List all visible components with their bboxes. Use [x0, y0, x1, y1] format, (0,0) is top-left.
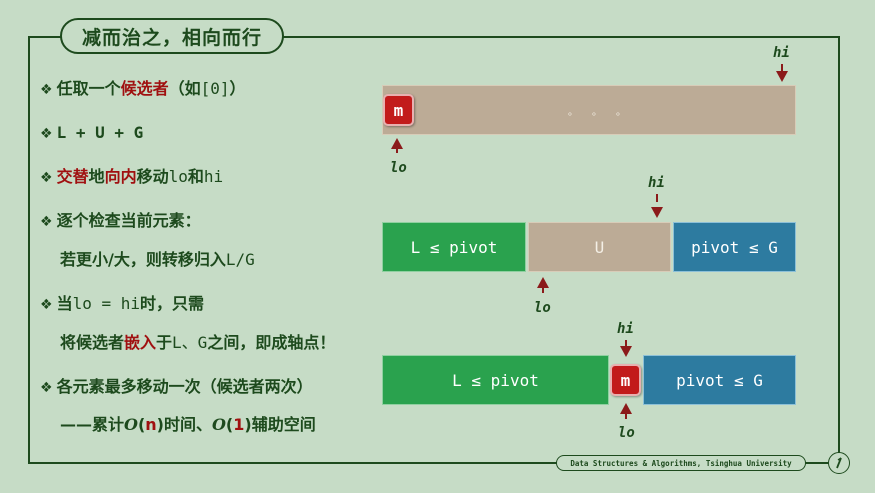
bullet-3-text-2: 移动 [136, 167, 169, 186]
bullet-3-and: 和 [187, 167, 204, 186]
frame-top-left [28, 36, 62, 38]
row2-hi-label: hi [648, 175, 665, 191]
bullet-4-sub-text: 若更小/大，则转移归入 [60, 250, 226, 269]
row1-hi-label: hi [773, 45, 790, 61]
row3-G-region: pivot ≤ G [643, 355, 796, 405]
frame-top-right [282, 36, 840, 38]
bullet-4-sub: 若更小/大，则转移归入L/G [60, 250, 255, 270]
bullet-5-sub-highlight: 嵌入 [124, 333, 157, 352]
bullet-3: ❖ 交替地向内移动lo和hi [40, 167, 223, 188]
bullet-6-sub-pre: ——累计 [60, 415, 125, 434]
diamond-bullet-icon: ❖ [40, 214, 53, 230]
bullet-1: ❖ 任取一个候选者（如[0]） [40, 79, 246, 100]
row2-lo-label: lo [534, 300, 551, 316]
row1-candidate-m: m [383, 94, 414, 126]
bullet-2: ❖ L + U + G [40, 123, 143, 144]
frame-left [28, 36, 30, 464]
bullet-5-text-post: 时，只需 [140, 294, 205, 313]
row3-pivot-m: m [610, 364, 641, 396]
row2-L-region: L ≤ pivot [382, 222, 526, 272]
frame-bottom [28, 462, 558, 464]
bullet-1-highlight: 候选者 [120, 79, 169, 98]
bullet-6-sub: ——累计O(n)时间、O(1)辅助空间 [60, 415, 316, 435]
footer-course-label: Data Structures & Algorithms, Tsinghua U… [556, 455, 806, 471]
row2-G-region: pivot ≤ G [673, 222, 796, 272]
diamond-bullet-icon: ❖ [40, 170, 53, 186]
row1-hi-stem [781, 64, 783, 72]
bullet-4: ❖ 逐个检查当前元素： [40, 211, 201, 232]
page-number-icon [828, 452, 850, 474]
row1-lo-stem [396, 148, 398, 153]
bullet-5-text-pre: 当 [56, 294, 73, 313]
frame-right [838, 36, 840, 454]
big-o-2: O [211, 415, 226, 434]
row3-lo-label: lo [618, 425, 635, 441]
diamond-bullet-icon: ❖ [40, 82, 53, 98]
paren-close-1: ) [156, 415, 164, 434]
row3-hi-label: hi [617, 321, 634, 337]
bullet-6-text: 各元素最多移动一次（候选者两次） [56, 377, 313, 396]
row3-lo-stem [625, 413, 627, 419]
row1-unknown-region: 。 。 。 [382, 85, 796, 135]
bullet-5-sub: 将候选者嵌入于L、G之间，即成轴点！ [60, 333, 335, 353]
bullet-3-lo: lo [168, 167, 188, 186]
bullet-5-sub-mid: 于 [156, 333, 173, 352]
bullet-5-sub-code: L、G [172, 333, 208, 352]
bullet-4-sub-code: L/G [225, 250, 255, 269]
paren-close-2: ) [244, 415, 252, 434]
bullet-1-code: [0] [200, 79, 230, 98]
bullet-6: ❖ 各元素最多移动一次（候选者两次） [40, 377, 313, 398]
row1-dots: 。 。 。 [567, 106, 631, 118]
page-mark-icon [836, 457, 842, 469]
row3-hi-arrow-icon [620, 346, 632, 357]
bullet-5-sub-post: 之间，即成轴点！ [207, 333, 336, 352]
bullet-1-text: 任取一个 [56, 79, 121, 98]
row1-lo-label: lo [390, 160, 407, 176]
row1-hi-arrow-icon [776, 71, 788, 82]
slide-title: 减而治之，相向而行 [60, 18, 284, 54]
bullet-1-end: ） [229, 79, 246, 98]
frame-bottom-mid [804, 462, 830, 464]
bullet-5-code: lo = hi [72, 294, 141, 313]
bullet-1-paren: （如 [168, 79, 201, 98]
diamond-bullet-icon: ❖ [40, 126, 53, 142]
bullet-3-hi: hi [203, 167, 224, 186]
big-o-1: O [124, 415, 138, 434]
diamond-bullet-icon: ❖ [40, 380, 53, 396]
row2-hi-stem [656, 194, 658, 202]
row2-lo-stem [542, 287, 544, 293]
row2-hi-arrow-icon [651, 207, 663, 218]
row3-L-region: L ≤ pivot [382, 355, 609, 405]
bullet-3-highlight-1: 交替 [56, 167, 89, 186]
bullet-6-sub-mid: 时间、 [163, 415, 212, 434]
bullet-6-sub-post: 辅助空间 [251, 415, 316, 434]
big-o-n: n [145, 415, 157, 434]
bullet-4-text: 逐个检查当前元素： [56, 211, 201, 230]
bullet-5-sub-text: 将候选者 [60, 333, 125, 352]
row2-U-region: U [528, 222, 671, 272]
bullet-5: ❖ 当lo = hi时，只需 [40, 294, 204, 315]
bullet-3-text-1: 地 [88, 167, 105, 186]
big-o-one: 1 [233, 415, 245, 434]
bullet-2-text: L + U + G [56, 123, 144, 142]
diamond-bullet-icon: ❖ [40, 297, 53, 313]
bullet-3-highlight-2: 向内 [104, 167, 137, 186]
